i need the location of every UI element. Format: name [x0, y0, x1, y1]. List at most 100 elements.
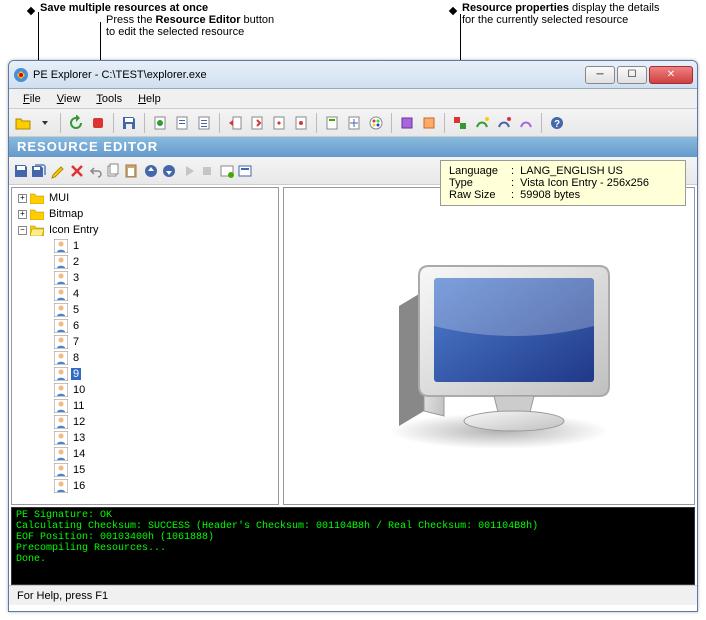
tree-item[interactable]: 2: [14, 254, 276, 270]
export1-icon[interactable]: [247, 113, 267, 133]
view2-icon[interactable]: [237, 163, 253, 179]
stop2-icon[interactable]: [199, 163, 215, 179]
tree-item[interactable]: 13: [14, 430, 276, 446]
icon-resource-icon: [54, 463, 68, 477]
annotation-right-title: Resource properties: [462, 2, 569, 14]
resource-tree[interactable]: + MUI + Bitmap − Icon Entry 12345678: [11, 187, 279, 505]
copy-icon[interactable]: [105, 163, 121, 179]
dropdown-icon[interactable]: [35, 113, 55, 133]
close-button[interactable]: ✕: [649, 66, 693, 84]
tree-item[interactable]: 7: [14, 334, 276, 350]
delete-icon[interactable]: [69, 163, 85, 179]
icon-resource-icon: [54, 335, 68, 349]
edit-icon[interactable]: [51, 163, 67, 179]
tool2-icon[interactable]: [472, 113, 492, 133]
tree-folder-iconentry[interactable]: − Icon Entry: [14, 222, 276, 238]
save-multi-icon[interactable]: [31, 163, 47, 179]
annotation-right-l2: for the currently selected resource: [462, 14, 690, 26]
palette-icon[interactable]: [366, 113, 386, 133]
stop-icon[interactable]: [88, 113, 108, 133]
expand-icon[interactable]: +: [18, 210, 27, 219]
tree-item[interactable]: 16: [14, 478, 276, 494]
menu-tools[interactable]: Tools: [88, 91, 130, 107]
icon-resource-icon: [54, 351, 68, 365]
menu-help[interactable]: Help: [130, 91, 169, 107]
maximize-button[interactable]: ☐: [617, 66, 647, 84]
export2-icon[interactable]: [269, 113, 289, 133]
refresh-icon[interactable]: [66, 113, 86, 133]
icon-resource-icon: [54, 367, 68, 381]
icon-resource-icon: [54, 479, 68, 493]
app-window: PE Explorer - C:\TEST\explorer.exe ─ ☐ ✕…: [8, 60, 698, 612]
icon-resource-icon: [54, 431, 68, 445]
folder-open-icon: [30, 224, 44, 236]
doc3-icon[interactable]: [194, 113, 214, 133]
annotation-left-l1b: button: [241, 14, 275, 26]
icon-resource-icon: [54, 447, 68, 461]
icon-resource-icon: [54, 415, 68, 429]
tree-item[interactable]: 1: [14, 238, 276, 254]
collapse-icon[interactable]: −: [18, 226, 27, 235]
wiz1-icon[interactable]: [397, 113, 417, 133]
up-icon[interactable]: [143, 163, 159, 179]
tree-item[interactable]: 11: [14, 398, 276, 414]
doc1-icon[interactable]: [150, 113, 170, 133]
icon-resource-icon: [54, 399, 68, 413]
monitor-preview-icon: [349, 236, 629, 456]
tree-item[interactable]: 3: [14, 270, 276, 286]
tool4-icon[interactable]: [516, 113, 536, 133]
undo-icon[interactable]: [87, 163, 103, 179]
tree-item[interactable]: 6: [14, 318, 276, 334]
app-icon: [13, 67, 29, 83]
minimize-button[interactable]: ─: [585, 66, 615, 84]
tree-item[interactable]: 5: [14, 302, 276, 318]
save-res-icon[interactable]: [13, 163, 29, 179]
view1-icon[interactable]: [219, 163, 235, 179]
tree-item[interactable]: 15: [14, 462, 276, 478]
preview-panel: Language: LANG_ENGLISH US Type: Vista Ic…: [283, 187, 695, 505]
main-toolbar: ?: [9, 109, 697, 137]
svg-text:?: ?: [554, 119, 560, 130]
window-title: PE Explorer - C:\TEST\explorer.exe: [33, 69, 583, 81]
expand-icon[interactable]: +: [18, 194, 27, 203]
export3-icon[interactable]: [291, 113, 311, 133]
menu-view[interactable]: View: [49, 91, 89, 107]
icon-resource-icon: [54, 287, 68, 301]
save-icon[interactable]: [119, 113, 139, 133]
open-icon[interactable]: [13, 113, 33, 133]
help-icon[interactable]: ?: [547, 113, 567, 133]
icon-resource-icon: [54, 255, 68, 269]
page1-icon[interactable]: [322, 113, 342, 133]
wiz2-icon[interactable]: [419, 113, 439, 133]
tool3-icon[interactable]: [494, 113, 514, 133]
tree-item[interactable]: 10: [14, 382, 276, 398]
page2-icon[interactable]: [344, 113, 364, 133]
annotation-left-title: Save multiple resources at once: [40, 2, 208, 14]
tree-item[interactable]: 9: [14, 366, 276, 382]
tool1-icon[interactable]: [450, 113, 470, 133]
menubar: File View Tools Help: [9, 89, 697, 109]
down-icon[interactable]: [161, 163, 177, 179]
icon-resource-icon: [54, 319, 68, 333]
console: PE Signature: OK Calculating Checksum: S…: [11, 507, 695, 585]
play-icon[interactable]: [181, 163, 197, 179]
tree-folder-mui[interactable]: + MUI: [14, 190, 276, 206]
annotation-left-bold: Resource Editor: [156, 14, 241, 26]
annotation-left-l2: to edit the selected resource: [106, 26, 308, 38]
section-header: RESOURCE EDITOR: [9, 137, 697, 157]
paste-icon[interactable]: [123, 163, 139, 179]
icon-resource-icon: [54, 239, 68, 253]
titlebar[interactable]: PE Explorer - C:\TEST\explorer.exe ─ ☐ ✕: [9, 61, 697, 89]
tree-item[interactable]: 14: [14, 446, 276, 462]
tree-item[interactable]: 8: [14, 350, 276, 366]
annotation-right-rest: display the details: [569, 2, 660, 14]
arrow-doc-icon[interactable]: [225, 113, 245, 133]
icon-resource-icon: [54, 383, 68, 397]
statusbar: For Help, press F1: [9, 585, 697, 605]
tree-item[interactable]: 12: [14, 414, 276, 430]
menu-file[interactable]: File: [15, 91, 49, 107]
tree-item[interactable]: 4: [14, 286, 276, 302]
doc2-icon[interactable]: [172, 113, 192, 133]
folder-icon: [30, 192, 44, 204]
tree-folder-bitmap[interactable]: + Bitmap: [14, 206, 276, 222]
